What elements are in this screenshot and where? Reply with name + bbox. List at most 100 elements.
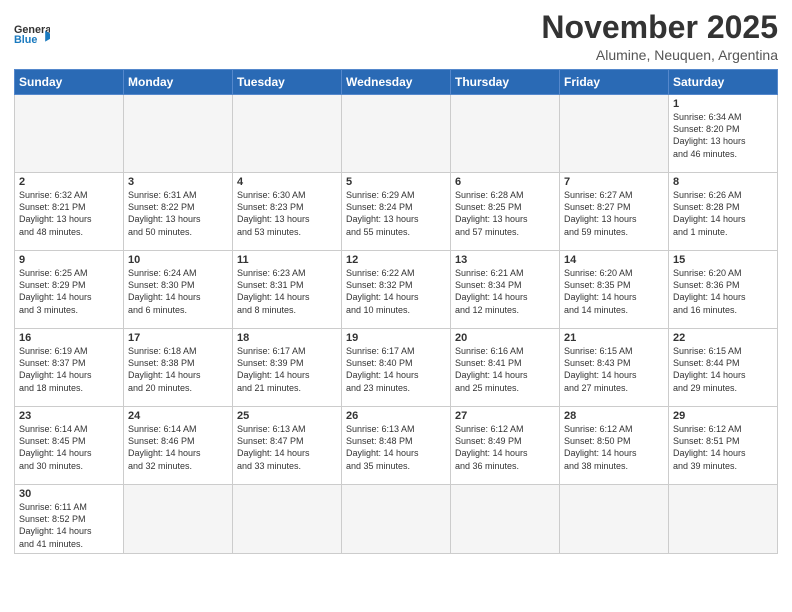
day-info: Sunrise: 6:26 AM Sunset: 8:28 PM Dayligh… — [673, 189, 773, 238]
day-info: Sunrise: 6:11 AM Sunset: 8:52 PM Dayligh… — [19, 501, 119, 550]
day-number: 22 — [673, 332, 773, 344]
calendar-cell: 29Sunrise: 6:12 AM Sunset: 8:51 PM Dayli… — [669, 407, 778, 485]
day-number: 8 — [673, 176, 773, 188]
day-info: Sunrise: 6:12 AM Sunset: 8:49 PM Dayligh… — [455, 423, 555, 472]
calendar-week-row: 16Sunrise: 6:19 AM Sunset: 8:37 PM Dayli… — [15, 329, 778, 407]
calendar-cell: 4Sunrise: 6:30 AM Sunset: 8:23 PM Daylig… — [233, 173, 342, 251]
day-number: 14 — [564, 254, 664, 266]
calendar-header-row: SundayMondayTuesdayWednesdayThursdayFrid… — [15, 70, 778, 95]
day-number: 11 — [237, 254, 337, 266]
calendar-cell: 25Sunrise: 6:13 AM Sunset: 8:47 PM Dayli… — [233, 407, 342, 485]
day-info: Sunrise: 6:20 AM Sunset: 8:36 PM Dayligh… — [673, 267, 773, 316]
day-info: Sunrise: 6:24 AM Sunset: 8:30 PM Dayligh… — [128, 267, 228, 316]
calendar-cell — [233, 485, 342, 554]
day-number: 19 — [346, 332, 446, 344]
calendar-cell: 22Sunrise: 6:15 AM Sunset: 8:44 PM Dayli… — [669, 329, 778, 407]
day-number: 29 — [673, 410, 773, 422]
calendar-cell: 18Sunrise: 6:17 AM Sunset: 8:39 PM Dayli… — [233, 329, 342, 407]
month-title: November 2025 — [541, 10, 778, 45]
day-number: 10 — [128, 254, 228, 266]
calendar-cell — [342, 485, 451, 554]
day-info: Sunrise: 6:14 AM Sunset: 8:46 PM Dayligh… — [128, 423, 228, 472]
calendar-cell: 23Sunrise: 6:14 AM Sunset: 8:45 PM Dayli… — [15, 407, 124, 485]
calendar-cell — [451, 95, 560, 173]
day-header-thursday: Thursday — [451, 70, 560, 95]
day-number: 25 — [237, 410, 337, 422]
calendar-cell: 5Sunrise: 6:29 AM Sunset: 8:24 PM Daylig… — [342, 173, 451, 251]
day-header-saturday: Saturday — [669, 70, 778, 95]
day-info: Sunrise: 6:16 AM Sunset: 8:41 PM Dayligh… — [455, 345, 555, 394]
day-number: 28 — [564, 410, 664, 422]
day-number: 26 — [346, 410, 446, 422]
day-info: Sunrise: 6:15 AM Sunset: 8:43 PM Dayligh… — [564, 345, 664, 394]
day-number: 15 — [673, 254, 773, 266]
day-number: 23 — [19, 410, 119, 422]
day-info: Sunrise: 6:28 AM Sunset: 8:25 PM Dayligh… — [455, 189, 555, 238]
calendar-cell: 26Sunrise: 6:13 AM Sunset: 8:48 PM Dayli… — [342, 407, 451, 485]
day-info: Sunrise: 6:20 AM Sunset: 8:35 PM Dayligh… — [564, 267, 664, 316]
day-number: 30 — [19, 488, 119, 500]
calendar-cell: 10Sunrise: 6:24 AM Sunset: 8:30 PM Dayli… — [124, 251, 233, 329]
day-info: Sunrise: 6:22 AM Sunset: 8:32 PM Dayligh… — [346, 267, 446, 316]
day-number: 6 — [455, 176, 555, 188]
day-info: Sunrise: 6:12 AM Sunset: 8:50 PM Dayligh… — [564, 423, 664, 472]
day-header-wednesday: Wednesday — [342, 70, 451, 95]
logo: General Blue — [14, 10, 50, 50]
calendar-cell — [233, 95, 342, 173]
calendar-cell: 13Sunrise: 6:21 AM Sunset: 8:34 PM Dayli… — [451, 251, 560, 329]
logo-svg: General Blue — [14, 14, 50, 50]
day-info: Sunrise: 6:13 AM Sunset: 8:48 PM Dayligh… — [346, 423, 446, 472]
day-header-monday: Monday — [124, 70, 233, 95]
day-number: 12 — [346, 254, 446, 266]
calendar-cell: 24Sunrise: 6:14 AM Sunset: 8:46 PM Dayli… — [124, 407, 233, 485]
calendar-cell: 30Sunrise: 6:11 AM Sunset: 8:52 PM Dayli… — [15, 485, 124, 554]
day-number: 13 — [455, 254, 555, 266]
day-info: Sunrise: 6:17 AM Sunset: 8:40 PM Dayligh… — [346, 345, 446, 394]
day-number: 9 — [19, 254, 119, 266]
day-info: Sunrise: 6:13 AM Sunset: 8:47 PM Dayligh… — [237, 423, 337, 472]
day-info: Sunrise: 6:30 AM Sunset: 8:23 PM Dayligh… — [237, 189, 337, 238]
day-number: 17 — [128, 332, 228, 344]
location: Alumine, Neuquen, Argentina — [541, 47, 778, 63]
calendar-cell: 28Sunrise: 6:12 AM Sunset: 8:50 PM Dayli… — [560, 407, 669, 485]
day-number: 5 — [346, 176, 446, 188]
calendar-table: SundayMondayTuesdayWednesdayThursdayFrid… — [14, 69, 778, 554]
day-number: 21 — [564, 332, 664, 344]
calendar-cell: 8Sunrise: 6:26 AM Sunset: 8:28 PM Daylig… — [669, 173, 778, 251]
day-info: Sunrise: 6:32 AM Sunset: 8:21 PM Dayligh… — [19, 189, 119, 238]
calendar-cell: 1Sunrise: 6:34 AM Sunset: 8:20 PM Daylig… — [669, 95, 778, 173]
day-number: 27 — [455, 410, 555, 422]
day-info: Sunrise: 6:27 AM Sunset: 8:27 PM Dayligh… — [564, 189, 664, 238]
calendar-cell: 15Sunrise: 6:20 AM Sunset: 8:36 PM Dayli… — [669, 251, 778, 329]
calendar-cell — [669, 485, 778, 554]
calendar-week-row: 2Sunrise: 6:32 AM Sunset: 8:21 PM Daylig… — [15, 173, 778, 251]
title-block: November 2025 Alumine, Neuquen, Argentin… — [541, 10, 778, 63]
calendar-cell: 9Sunrise: 6:25 AM Sunset: 8:29 PM Daylig… — [15, 251, 124, 329]
day-header-friday: Friday — [560, 70, 669, 95]
day-info: Sunrise: 6:19 AM Sunset: 8:37 PM Dayligh… — [19, 345, 119, 394]
calendar-cell — [342, 95, 451, 173]
calendar-cell: 3Sunrise: 6:31 AM Sunset: 8:22 PM Daylig… — [124, 173, 233, 251]
svg-text:Blue: Blue — [14, 34, 37, 46]
day-number: 24 — [128, 410, 228, 422]
day-info: Sunrise: 6:15 AM Sunset: 8:44 PM Dayligh… — [673, 345, 773, 394]
day-number: 18 — [237, 332, 337, 344]
calendar-cell — [15, 95, 124, 173]
day-info: Sunrise: 6:12 AM Sunset: 8:51 PM Dayligh… — [673, 423, 773, 472]
calendar-week-row: 23Sunrise: 6:14 AM Sunset: 8:45 PM Dayli… — [15, 407, 778, 485]
day-info: Sunrise: 6:23 AM Sunset: 8:31 PM Dayligh… — [237, 267, 337, 316]
day-number: 3 — [128, 176, 228, 188]
calendar-cell: 2Sunrise: 6:32 AM Sunset: 8:21 PM Daylig… — [15, 173, 124, 251]
calendar-cell: 6Sunrise: 6:28 AM Sunset: 8:25 PM Daylig… — [451, 173, 560, 251]
calendar-cell: 27Sunrise: 6:12 AM Sunset: 8:49 PM Dayli… — [451, 407, 560, 485]
day-info: Sunrise: 6:25 AM Sunset: 8:29 PM Dayligh… — [19, 267, 119, 316]
calendar-cell — [451, 485, 560, 554]
calendar-cell — [124, 485, 233, 554]
calendar-cell: 21Sunrise: 6:15 AM Sunset: 8:43 PM Dayli… — [560, 329, 669, 407]
calendar-cell — [124, 95, 233, 173]
calendar-cell: 16Sunrise: 6:19 AM Sunset: 8:37 PM Dayli… — [15, 329, 124, 407]
day-info: Sunrise: 6:31 AM Sunset: 8:22 PM Dayligh… — [128, 189, 228, 238]
calendar-week-row: 1Sunrise: 6:34 AM Sunset: 8:20 PM Daylig… — [15, 95, 778, 173]
calendar-cell: 20Sunrise: 6:16 AM Sunset: 8:41 PM Dayli… — [451, 329, 560, 407]
calendar-cell: 19Sunrise: 6:17 AM Sunset: 8:40 PM Dayli… — [342, 329, 451, 407]
